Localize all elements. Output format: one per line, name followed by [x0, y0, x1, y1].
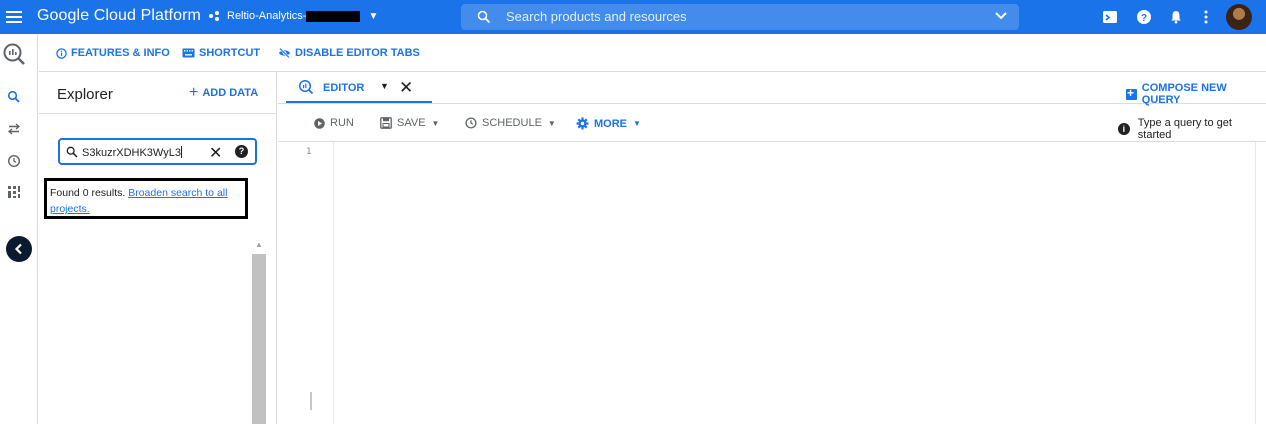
- query-hint-text: Type a query to get started: [1137, 117, 1232, 141]
- cloud-shell-icon[interactable]: [1102, 9, 1118, 25]
- shortcut-button[interactable]: SHORTCUT: [182, 47, 260, 59]
- chevron-down-icon: ▼: [633, 119, 641, 128]
- search-placeholder: Search products and resources: [506, 9, 687, 24]
- explorer-search-input[interactable]: S3kuzrXDHK3WyL3 ✕ ?: [58, 138, 257, 165]
- analytics-hub-icon[interactable]: [7, 185, 21, 199]
- add-data-label: ADD DATA: [202, 87, 259, 99]
- search-icon[interactable]: [7, 90, 21, 104]
- schedule-button[interactable]: SCHEDULE ▼: [465, 117, 556, 129]
- plus-icon: +: [189, 84, 199, 101]
- search-icon: [477, 10, 491, 24]
- svg-text:?: ?: [1141, 13, 1147, 24]
- features-info-button[interactable]: FEATURES & INFO: [56, 47, 170, 59]
- chevron-down-icon[interactable]: [995, 11, 1007, 21]
- search-bar[interactable]: Search products and resources: [461, 4, 1019, 30]
- features-info-label: FEATURES & INFO: [71, 47, 170, 59]
- add-data-button[interactable]: + ADD DATA: [189, 84, 259, 101]
- explorer-title: Explorer: [57, 86, 113, 103]
- collapse-panel-button[interactable]: [6, 236, 32, 262]
- more-label: MORE: [594, 117, 627, 130]
- search-input-value[interactable]: S3kuzrXDHK3WyL3: [82, 146, 182, 159]
- compose-new-query-button[interactable]: COMPOSE NEW QUERY: [1126, 82, 1266, 106]
- clear-search-button[interactable]: ✕: [209, 143, 222, 163]
- editor-tab-bar: EDITOR ▼ ✕ COMPOSE NEW QUERY: [278, 72, 1266, 106]
- bigquery-logo-icon: [3, 43, 25, 65]
- compose-new-query-label: COMPOSE NEW QUERY: [1141, 82, 1227, 106]
- line-number-gutter: 1: [278, 142, 334, 424]
- tab-menu-caret-icon[interactable]: ▼: [380, 81, 389, 91]
- clock-icon: [465, 117, 477, 129]
- editor-scrollbar[interactable]: [1255, 142, 1266, 424]
- query-hint: i Type a query to get started: [1118, 117, 1266, 141]
- shortcut-label: SHORTCUT: [199, 47, 261, 59]
- chevron-left-icon: [14, 243, 22, 255]
- visibility-off-icon: [279, 48, 290, 58]
- tab-editor[interactable]: EDITOR ▼ ✕: [286, 72, 432, 103]
- help-icon[interactable]: ?: [1136, 9, 1152, 25]
- disable-editor-tabs-button[interactable]: DISABLE EDITOR TABS: [278, 47, 420, 59]
- explorer-header: Explorer + ADD DATA: [39, 72, 277, 114]
- keyboard-icon: [182, 48, 195, 58]
- query-editor-icon: [298, 79, 314, 95]
- menu-icon[interactable]: [6, 8, 22, 26]
- tab-editor-label: EDITOR: [323, 82, 365, 94]
- notifications-icon[interactable]: [1168, 9, 1184, 25]
- save-icon: [380, 117, 392, 129]
- left-nav-rail: [0, 34, 38, 424]
- run-label: RUN: [330, 117, 354, 129]
- chevron-down-icon: ▼: [431, 118, 440, 128]
- run-button[interactable]: RUN: [314, 117, 354, 129]
- project-dots-icon: [208, 9, 222, 23]
- app-brand[interactable]: Google Cloud Platform: [37, 7, 201, 25]
- help-icon[interactable]: ?: [235, 145, 248, 158]
- more-button[interactable]: MORE ▼: [576, 117, 641, 130]
- secondary-toolbar: FEATURES & INFO SHORTCUT DISABLE EDITOR …: [39, 34, 1266, 72]
- explorer-scrollbar-thumb[interactable]: [252, 254, 266, 424]
- search-query-text: S3kuzrXDHK3WyL3: [82, 147, 181, 159]
- redacted-project-suffix: [306, 10, 361, 22]
- chevron-down-icon: ▼: [547, 118, 556, 128]
- query-action-bar: RUN SAVE ▼ SCHEDULE ▼ MORE ▼ i Type a query …: [278, 104, 1266, 142]
- search-results-message: Found 0 results. Broaden search to all p…: [50, 185, 240, 217]
- avatar[interactable]: [1226, 4, 1252, 30]
- results-count-text: Found 0 results.: [50, 187, 126, 199]
- project-selector[interactable]: Reltio-Analytics- ▼: [208, 9, 378, 23]
- more-vert-icon[interactable]: [1198, 9, 1214, 25]
- save-button[interactable]: SAVE ▼: [380, 117, 439, 129]
- add-box-icon: [1126, 86, 1137, 100]
- disable-editor-tabs-label: DISABLE EDITOR TABS: [295, 47, 420, 59]
- top-app-bar: Google Cloud Platform Reltio-Analytics- …: [0, 0, 1266, 34]
- play-icon: [314, 117, 325, 129]
- save-label: SAVE: [397, 117, 426, 129]
- transfers-icon[interactable]: [7, 122, 21, 136]
- search-icon: [66, 146, 78, 158]
- clock-icon[interactable]: [7, 154, 21, 168]
- info-icon: [56, 47, 67, 59]
- gear-icon: [576, 117, 589, 130]
- close-tab-icon[interactable]: ✕: [399, 78, 413, 98]
- project-name: Reltio-Analytics-: [227, 10, 307, 22]
- scroll-up-arrow[interactable]: ▲: [252, 240, 266, 249]
- info-icon: i: [1118, 123, 1130, 135]
- schedule-label: SCHEDULE: [482, 117, 542, 129]
- explorer-panel: Explorer + ADD DATA S3kuzrXDHK3WyL3 ✕ ? F…: [39, 72, 312, 424]
- chevron-down-icon: ▼: [368, 10, 379, 22]
- sql-editor-textarea[interactable]: [335, 142, 1255, 424]
- line-number: 1: [306, 147, 312, 157]
- text-cursor: [180, 146, 182, 158]
